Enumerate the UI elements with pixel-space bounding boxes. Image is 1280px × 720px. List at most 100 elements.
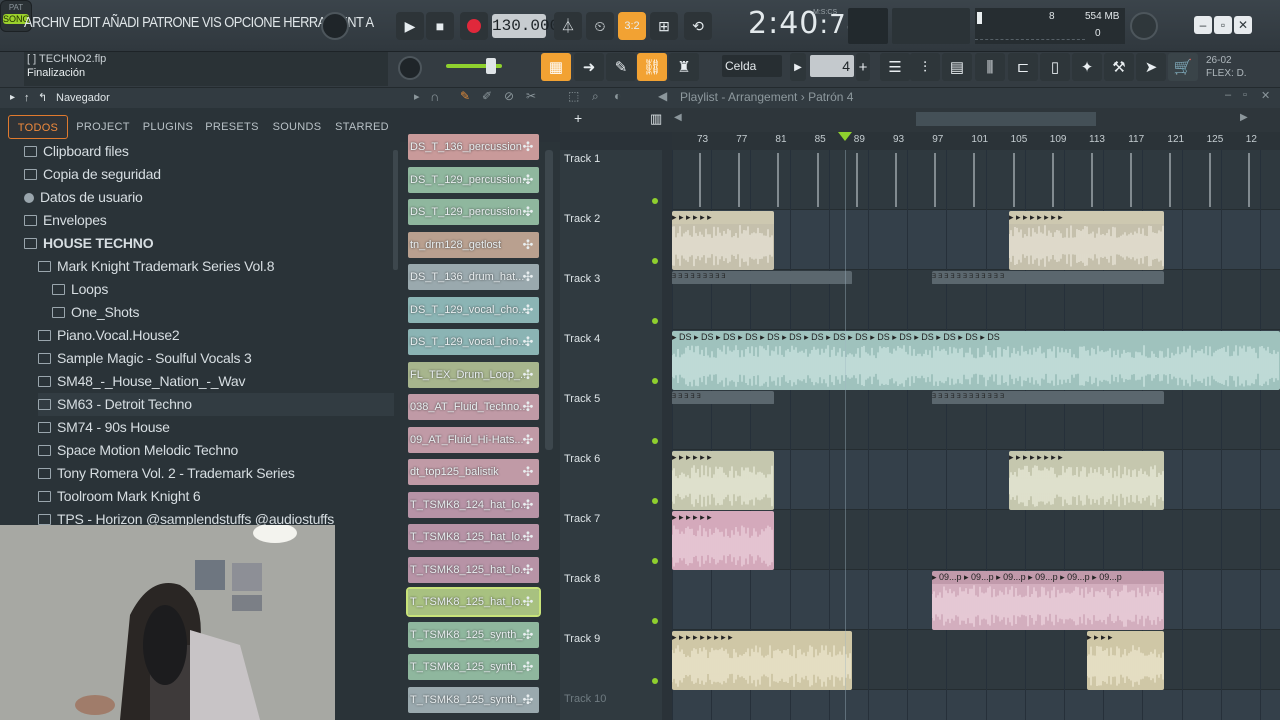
track-name[interactable]: Track 9 <box>564 633 600 645</box>
piano-icon[interactable]: ▥ <box>650 111 662 127</box>
clip-drag-icon[interactable]: ✣ <box>519 264 537 290</box>
metronome-icon[interactable]: ⏃ <box>554 12 582 40</box>
browser-item[interactable]: Datos de usuario <box>24 186 394 209</box>
plugin-icon[interactable]: ▯ <box>1040 53 1070 81</box>
tab-plugins[interactable]: PLUGINS <box>140 115 196 139</box>
close-button[interactable]: ✕ <box>1234 16 1252 34</box>
paint-tool-icon[interactable]: ✐ <box>482 89 492 103</box>
play-button[interactable]: ▶ <box>396 12 424 40</box>
record-button[interactable] <box>460 12 488 40</box>
bulb-icon[interactable]: ✦ <box>1072 53 1102 81</box>
clip-drag-icon[interactable]: ✣ <box>519 492 537 518</box>
clip-drag-icon[interactable]: ✣ <box>519 589 537 615</box>
browser-item[interactable]: SM74 - 90s House <box>38 416 394 439</box>
master-volume-knob[interactable] <box>321 12 349 40</box>
clip-drag-icon[interactable]: ✣ <box>519 654 537 680</box>
browser-item[interactable]: One_Shots <box>52 301 394 324</box>
playlist-icon[interactable]: ▦ <box>541 53 571 81</box>
clip-drag-icon[interactable]: ✣ <box>519 167 537 193</box>
tab-starred[interactable]: STARRED <box>334 115 390 139</box>
loop-record-icon[interactable]: ⟲ <box>684 12 712 40</box>
track-active-led[interactable] <box>652 198 658 204</box>
next-icon[interactable]: ➜ <box>574 53 604 81</box>
clip-drag-icon[interactable]: ✣ <box>519 134 537 160</box>
piano-roll-icon[interactable]: ▤ <box>942 53 972 81</box>
playlist-clip[interactable]: ▸ DS ▸ DS ▸ DS ▸ DS ▸ DS ▸ DS ▸ DS ▸ DS … <box>672 331 1280 390</box>
clip-item[interactable]: DS_T_129_percussion... ✣ <box>408 199 539 225</box>
clip-item[interactable]: DS_T_136_drum_hat... ✣ <box>408 264 539 290</box>
send-icon[interactable]: ➤ <box>1136 53 1166 81</box>
clip-item[interactable]: DS_T_129_percussion... ✣ <box>408 166 539 193</box>
playlist-clip[interactable]: ▸ ▸ ▸ ▸ ▸ ▸ <box>672 451 774 510</box>
track-lane[interactable] <box>672 690 1280 720</box>
playlist-minimize-button[interactable]: – <box>1225 89 1231 101</box>
draw-tool-icon[interactable]: ✎ <box>460 89 470 103</box>
browser-item[interactable]: Tony Romera Vol. 2 - Trademark Series <box>38 462 394 485</box>
scroll-right-icon[interactable]: ▶ <box>1240 112 1248 123</box>
browser-item[interactable]: Clipboard files <box>24 140 394 163</box>
paint-icon[interactable]: ✎ <box>606 53 636 81</box>
track-name[interactable]: Track 4 <box>564 333 600 345</box>
track-name[interactable]: Track 2 <box>564 213 600 225</box>
track-active-led[interactable] <box>652 618 658 624</box>
online-news-icon[interactable] <box>1130 12 1158 40</box>
playlist-maximize-button[interactable]: ▫ <box>1243 89 1247 101</box>
magnet-icon[interactable]: ∩ <box>430 89 439 104</box>
playlist-clip[interactable]: ▸ ▸ ▸ ▸ <box>1087 631 1164 690</box>
playlist-clip[interactable]: ᴲ ᴲ ᴲ ᴲ ᴲ ᴲ ᴲ ᴲ ᴲ <box>672 271 852 285</box>
browser-item[interactable]: Toolroom Mark Knight 6 <box>38 485 394 508</box>
tab-sounds[interactable]: SOUNDS <box>270 115 324 139</box>
clip-item[interactable]: DS_T_129_vocal_cho... ✣ <box>408 296 539 323</box>
browser-item[interactable]: Space Motion Melodic Techno <box>38 439 394 462</box>
track-active-led[interactable] <box>652 678 658 684</box>
playlist-clip[interactable]: ᴲ ᴲ ᴲ ᴲ ᴲ <box>672 391 774 405</box>
tab-presets[interactable]: PRESETS <box>204 115 260 139</box>
wrench-icon[interactable]: ⚒ <box>1104 53 1134 81</box>
clip-item[interactable]: DS_T_129_vocal_cho... ✣ <box>408 329 539 355</box>
browser-item[interactable]: Sample Magic - Soulful Vocals 3 <box>38 347 394 370</box>
clip-drag-icon[interactable]: ✣ <box>519 199 537 225</box>
browser-item[interactable]: HOUSE TECHNO <box>24 232 394 255</box>
playlist-clip[interactable]: ▸ ▸ ▸ ▸ ▸ ▸ ▸ ▸ <box>1009 451 1164 510</box>
browser-up-icon[interactable]: ↑ <box>24 88 30 108</box>
clip-drag-icon[interactable]: ✣ <box>519 687 537 713</box>
blend-notes-icon[interactable]: ⊞ <box>650 12 678 40</box>
clip-drag-icon[interactable]: ✣ <box>519 362 537 388</box>
maximize-button[interactable]: ▫ <box>1214 16 1232 34</box>
stop-button[interactable]: ■ <box>426 12 454 40</box>
channel-rack-icon[interactable]: ☰ <box>880 53 910 81</box>
countdown-icon[interactable]: 3:2 <box>618 12 646 40</box>
clip-drag-icon[interactable]: ✣ <box>519 524 537 550</box>
track-name[interactable]: Track 8 <box>564 573 600 585</box>
delete-tool-icon[interactable]: ⊘ <box>504 89 514 103</box>
clip-item[interactable]: T_TSMK8_124_hat_lo... ✣ <box>408 491 539 518</box>
clip-item[interactable]: T_TSMK8_125_synth_... ✣ <box>408 654 539 680</box>
browser-scrollbar[interactable] <box>393 150 398 270</box>
playlist-clip[interactable]: ▸ ▸ ▸ ▸ ▸ ▸ ▸ ▸ <box>1009 211 1164 270</box>
pattern-add-icon[interactable]: + <box>856 53 870 81</box>
clip-item[interactable]: T_TSMK8_125_synth_... ✣ <box>408 621 539 648</box>
browser-item[interactable]: SM63 - Detroit Techno <box>38 393 394 416</box>
mute-tool-icon[interactable]: ✂ <box>526 89 536 103</box>
track-active-led[interactable] <box>652 558 658 564</box>
volume-slider-handle[interactable] <box>486 58 496 74</box>
clip-item[interactable]: T_TSMK8_125_hat_lo... ✣ <box>408 524 539 550</box>
clip-drag-icon[interactable]: ✣ <box>519 329 537 355</box>
clip-item[interactable]: FL_TEX_Drum_Loop_... ✣ <box>408 361 539 388</box>
main-pitch-knob[interactable] <box>398 56 422 80</box>
clip-item[interactable]: T_TSMK8_125_synth_... ✣ <box>408 686 539 713</box>
playlist-clip[interactable]: ᴲ ᴲ ᴲ ᴲ ᴲ ᴲ ᴲ ᴲ ᴲ ᴲ ᴲ ᴲ <box>932 391 1164 405</box>
clip-drag-icon[interactable]: ✣ <box>519 232 537 258</box>
playlist-clip[interactable]: ▸ ▸ ▸ ▸ ▸ ▸ <box>672 511 774 570</box>
clip-item[interactable]: DS_T_136_percussion ✣ <box>408 134 539 160</box>
browser-item[interactable]: Copia de seguridad <box>24 163 394 186</box>
playlist-clip[interactable]: ▸ 09...p ▸ 09...p ▸ 09...p ▸ 09...p ▸ 09… <box>932 571 1164 630</box>
track-name[interactable]: Track 7 <box>564 513 600 525</box>
clip-item[interactable]: T_TSMK8_125_hat_lo... ✣ <box>408 556 539 583</box>
speaker-icon[interactable]: ◀ <box>658 89 667 103</box>
playlist-clip[interactable]: ᴲ ᴲ ᴲ ᴲ ᴲ ᴲ ᴲ ᴲ ᴲ ᴲ ᴲ ᴲ <box>932 271 1164 285</box>
clip-drag-icon[interactable]: ✣ <box>519 427 537 453</box>
playback-tool-icon[interactable]: ◐ <box>614 89 621 103</box>
playlist-grid[interactable]: ▸ ▸ ▸ ▸ ▸ ▸ ▸ ▸ ▸ ▸ ▸ ▸ ▸ ▸ ᴲ ᴲ ᴲ ᴲ ᴲ ᴲ … <box>672 150 1280 720</box>
track-name[interactable]: Track 1 <box>564 153 600 165</box>
